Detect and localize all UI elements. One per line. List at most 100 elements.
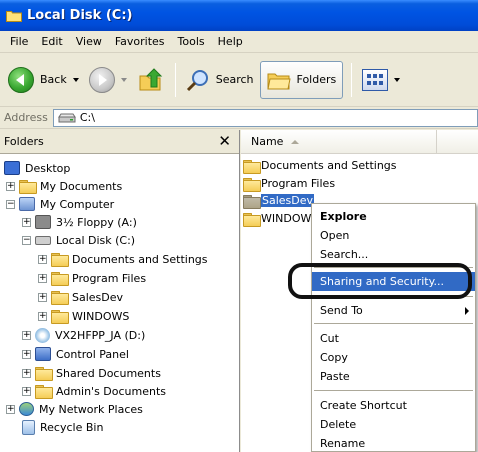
list-item-program-files[interactable]: Program Files	[243, 175, 335, 192]
list-item-label: WINDOWS	[261, 212, 319, 225]
folders-button[interactable]: Folders	[259, 60, 344, 99]
tree-label: My Documents	[40, 179, 123, 193]
tree-item-cd-drive[interactable]: + VX2HFPP_JA (D:)	[22, 326, 145, 344]
address-label: Address	[4, 111, 48, 124]
views-dropdown-icon[interactable]	[394, 77, 401, 82]
tree-label: My Network Places	[39, 402, 143, 416]
tree-label: VX2HFPP_JA (D:)	[55, 328, 146, 342]
tree-item-program-files[interactable]: + Program Files	[38, 269, 146, 287]
column-header-name[interactable]: Name	[241, 129, 437, 154]
menu-item-create-shortcut[interactable]: Create Shortcut	[312, 396, 475, 415]
menu-help[interactable]: Help	[212, 33, 249, 50]
address-bar: Address C:\	[0, 107, 478, 129]
folder-icon	[243, 159, 261, 174]
tree-item-local-disk[interactable]: − Local Disk (C:)	[22, 231, 135, 249]
folder-icon	[35, 367, 53, 381]
hard-disk-icon	[57, 113, 76, 122]
tree-item-shared-documents[interactable]: + Shared Documents	[22, 364, 161, 382]
expand-icon[interactable]: +	[22, 386, 31, 396]
tree-item-floppy[interactable]: + 3½ Floppy (A:)	[22, 213, 137, 231]
expand-icon[interactable]: +	[38, 273, 47, 283]
tree-item-recycle-bin[interactable]: Recycle Bin	[22, 418, 103, 436]
tree-label: Desktop	[25, 161, 71, 175]
menu-item-sharing-and-security[interactable]: Sharing and Security...	[312, 272, 475, 291]
tree-item-my-computer[interactable]: − My Computer	[6, 195, 114, 213]
tree-item-admins-documents[interactable]: + Admin's Documents	[22, 382, 166, 400]
tree-label: Recycle Bin	[40, 420, 104, 434]
folder-icon	[243, 194, 261, 209]
toolbar-separator	[351, 62, 353, 97]
list-item-documents-and-settings[interactable]: Documents and Settings	[243, 157, 397, 174]
folders-pane-title: Folders	[4, 135, 44, 148]
folder-icon	[51, 253, 69, 267]
views-button[interactable]	[358, 60, 404, 100]
tree-label: My Computer	[40, 197, 115, 211]
up-folder-icon	[139, 67, 162, 90]
folder-icon	[243, 177, 261, 192]
forward-arrow-icon	[88, 66, 115, 93]
tree-item-my-network-places[interactable]: + My Network Places	[6, 400, 143, 418]
forward-button[interactable]	[85, 60, 131, 100]
tree-item-windows[interactable]: + WINDOWS	[38, 307, 129, 325]
menu-item-search[interactable]: Search...	[312, 245, 475, 264]
tree-label: Control Panel	[56, 347, 129, 361]
expand-icon[interactable]: +	[38, 311, 47, 321]
menu-favorites[interactable]: Favorites	[109, 33, 171, 50]
expand-icon[interactable]: +	[38, 254, 47, 264]
back-button[interactable]: Back	[4, 60, 83, 100]
expand-icon[interactable]: +	[38, 292, 47, 302]
expand-icon[interactable]: +	[6, 181, 15, 191]
collapse-icon[interactable]: −	[22, 235, 31, 245]
menu-item-explore[interactable]: Explore	[312, 207, 475, 226]
back-arrow-icon	[8, 66, 34, 93]
expand-icon[interactable]: +	[22, 330, 31, 340]
list-item-windows[interactable]: WINDOWS	[243, 210, 318, 227]
search-button[interactable]: Search	[182, 60, 258, 100]
menu-item-copy[interactable]: Copy	[312, 348, 475, 367]
folders-label: Folders	[296, 73, 337, 86]
menu-item-rename[interactable]: Rename	[312, 434, 475, 452]
submenu-arrow-icon	[465, 307, 469, 315]
title-bar[interactable]: Local Disk (C:)	[0, 0, 478, 31]
menu-item-paste[interactable]: Paste	[312, 367, 475, 386]
tree-label: SalesDev	[72, 290, 124, 304]
back-dropdown-icon[interactable]	[72, 77, 79, 82]
tree-item-documents-and-settings[interactable]: + Documents and Settings	[38, 250, 208, 268]
expand-icon[interactable]: +	[22, 217, 31, 227]
expand-icon[interactable]: +	[22, 349, 31, 359]
menu-item-open[interactable]: Open	[312, 226, 475, 245]
menu-item-delete[interactable]: Delete	[312, 415, 475, 434]
folders-pane: Folders ✕ Desktop + My Documents − My Co…	[0, 130, 240, 452]
menu-separator	[314, 323, 473, 324]
column-name-label: Name	[251, 135, 284, 148]
menu-file[interactable]: File	[4, 33, 34, 50]
recycle-bin-icon	[22, 419, 35, 435]
sort-ascending-icon	[291, 139, 300, 144]
tree-label: Local Disk (C:)	[56, 233, 136, 247]
tree-item-salesdev[interactable]: + SalesDev	[38, 288, 123, 306]
collapse-icon[interactable]: −	[6, 199, 15, 209]
tree-item-control-panel[interactable]: + Control Panel	[22, 345, 129, 363]
expand-icon[interactable]: +	[6, 404, 15, 414]
floppy-icon	[35, 215, 51, 229]
up-folder-button[interactable]	[133, 60, 167, 100]
menu-item-cut[interactable]: Cut	[312, 329, 475, 348]
address-field[interactable]: C:\	[52, 108, 478, 127]
hard-disk-icon	[35, 235, 51, 245]
desktop-icon	[4, 161, 20, 175]
tree-item-my-documents[interactable]: + My Documents	[6, 177, 122, 195]
expand-icon[interactable]: +	[22, 368, 31, 378]
list-item-label: SalesDev	[261, 194, 315, 207]
menu-tools[interactable]: Tools	[172, 33, 211, 50]
send-to-label: Send To	[320, 304, 363, 317]
menu-view[interactable]: View	[70, 33, 108, 50]
menu-separator	[314, 296, 473, 297]
explorer-window: Local Disk (C:) File Edit View Favorites…	[0, 0, 478, 452]
menu-item-send-to[interactable]: Send To	[312, 301, 475, 320]
list-item-salesdev[interactable]: SalesDev	[243, 192, 315, 209]
tree-item-desktop[interactable]: Desktop	[4, 159, 70, 177]
forward-dropdown-icon[interactable]	[120, 77, 127, 82]
menu-edit[interactable]: Edit	[35, 33, 68, 50]
close-icon[interactable]: ✕	[218, 134, 231, 149]
toolbar-separator	[174, 62, 176, 97]
